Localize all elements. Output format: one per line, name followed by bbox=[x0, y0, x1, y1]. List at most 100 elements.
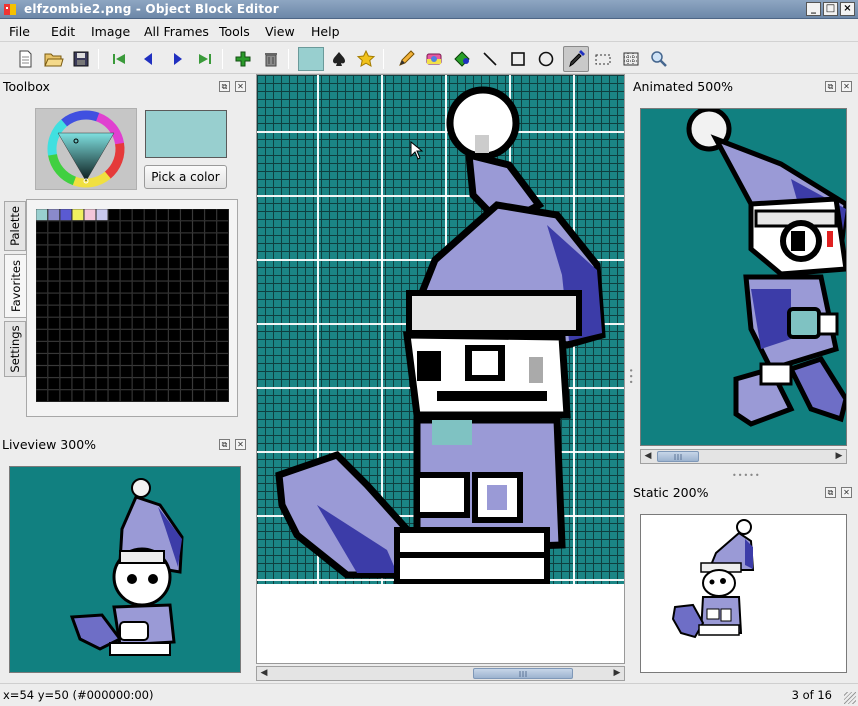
empty-color-cell[interactable] bbox=[204, 256, 217, 270]
empty-color-cell[interactable] bbox=[59, 329, 72, 342]
empty-color-cell[interactable] bbox=[59, 377, 72, 390]
empty-color-cell[interactable] bbox=[96, 365, 109, 378]
empty-color-cell[interactable] bbox=[59, 256, 72, 270]
empty-color-cell[interactable] bbox=[59, 244, 72, 257]
empty-color-cell[interactable] bbox=[83, 317, 97, 330]
empty-color-cell[interactable] bbox=[47, 232, 60, 245]
empty-color-cell[interactable] bbox=[36, 244, 48, 257]
empty-color-cell[interactable] bbox=[216, 209, 229, 221]
empty-color-cell[interactable] bbox=[204, 365, 217, 378]
empty-color-cell[interactable] bbox=[71, 293, 84, 306]
close-window-button[interactable]: × bbox=[840, 2, 855, 16]
empty-color-cell[interactable] bbox=[132, 329, 145, 342]
empty-color-cell[interactable] bbox=[180, 317, 193, 330]
empty-color-cell[interactable] bbox=[59, 317, 72, 330]
minimize-button[interactable]: _ bbox=[806, 2, 821, 16]
empty-color-cell[interactable] bbox=[156, 293, 169, 306]
pick-color-button[interactable]: Pick a color bbox=[144, 165, 227, 189]
scroll-left-icon[interactable]: ◀ bbox=[257, 667, 271, 680]
empty-color-cell[interactable] bbox=[71, 269, 84, 282]
empty-color-cell[interactable] bbox=[120, 256, 133, 270]
empty-color-cell[interactable] bbox=[108, 244, 121, 257]
next-frame-icon[interactable] bbox=[166, 48, 188, 70]
empty-color-cell[interactable] bbox=[59, 293, 72, 306]
panel-splitter[interactable]: ••••• bbox=[732, 471, 761, 480]
liveview-close-button[interactable]: ✕ bbox=[235, 439, 246, 450]
empty-color-cell[interactable] bbox=[120, 329, 133, 342]
empty-color-cell[interactable] bbox=[180, 269, 193, 282]
empty-color-cell[interactable] bbox=[168, 269, 181, 282]
empty-color-cell[interactable] bbox=[132, 317, 145, 330]
empty-color-cell[interactable] bbox=[96, 389, 109, 402]
anim-scroll-left-icon[interactable]: ◀ bbox=[641, 450, 655, 463]
empty-color-cell[interactable] bbox=[216, 256, 229, 270]
empty-color-cell[interactable] bbox=[96, 232, 109, 245]
empty-color-cell[interactable] bbox=[216, 232, 229, 245]
tab-settings[interactable]: Settings bbox=[4, 321, 26, 377]
empty-color-cell[interactable] bbox=[71, 389, 84, 402]
empty-color-cell[interactable] bbox=[96, 220, 109, 233]
empty-color-cell[interactable] bbox=[83, 341, 97, 354]
empty-color-cell[interactable] bbox=[180, 232, 193, 245]
empty-color-cell[interactable] bbox=[168, 329, 181, 342]
empty-color-cell[interactable] bbox=[83, 281, 97, 294]
empty-color-cell[interactable] bbox=[168, 220, 181, 233]
empty-color-cell[interactable] bbox=[59, 232, 72, 245]
empty-color-cell[interactable] bbox=[204, 389, 217, 402]
ellipse-icon[interactable] bbox=[535, 48, 557, 70]
empty-color-cell[interactable] bbox=[144, 232, 157, 245]
empty-color-cell[interactable] bbox=[144, 220, 157, 233]
empty-color-cell[interactable] bbox=[132, 341, 145, 354]
empty-color-cell[interactable] bbox=[47, 329, 60, 342]
empty-color-cell[interactable] bbox=[192, 341, 205, 354]
empty-color-cell[interactable] bbox=[156, 329, 169, 342]
empty-color-cell[interactable] bbox=[71, 353, 84, 366]
fill-icon[interactable] bbox=[451, 48, 473, 70]
empty-color-cell[interactable] bbox=[168, 232, 181, 245]
empty-color-cell[interactable] bbox=[144, 377, 157, 390]
empty-color-cell[interactable] bbox=[59, 389, 72, 402]
empty-color-cell[interactable] bbox=[192, 209, 205, 221]
empty-color-cell[interactable] bbox=[59, 365, 72, 378]
empty-color-cell[interactable] bbox=[180, 365, 193, 378]
empty-color-cell[interactable] bbox=[59, 281, 72, 294]
empty-color-cell[interactable] bbox=[216, 269, 229, 282]
empty-color-cell[interactable] bbox=[156, 281, 169, 294]
empty-color-cell[interactable] bbox=[168, 377, 181, 390]
empty-color-cell[interactable] bbox=[204, 232, 217, 245]
empty-color-cell[interactable] bbox=[204, 317, 217, 330]
empty-color-cell[interactable] bbox=[180, 244, 193, 257]
empty-color-cell[interactable] bbox=[132, 353, 145, 366]
empty-color-cell[interactable] bbox=[168, 281, 181, 294]
empty-color-cell[interactable] bbox=[83, 256, 97, 270]
empty-color-cell[interactable] bbox=[144, 329, 157, 342]
empty-color-cell[interactable] bbox=[36, 329, 48, 342]
rectangle-icon[interactable] bbox=[507, 48, 529, 70]
empty-color-cell[interactable] bbox=[59, 220, 72, 233]
empty-color-cell[interactable] bbox=[192, 353, 205, 366]
empty-color-cell[interactable] bbox=[36, 269, 48, 282]
menu-all-frames[interactable]: All Frames bbox=[144, 24, 209, 39]
empty-color-cell[interactable] bbox=[108, 389, 121, 402]
empty-color-cell[interactable] bbox=[180, 389, 193, 402]
menu-view[interactable]: View bbox=[265, 24, 295, 39]
empty-color-cell[interactable] bbox=[96, 377, 109, 390]
empty-color-cell[interactable] bbox=[71, 377, 84, 390]
selection-icon[interactable] bbox=[592, 48, 614, 70]
empty-color-cell[interactable] bbox=[71, 256, 84, 270]
empty-color-cell[interactable] bbox=[132, 220, 145, 233]
empty-color-cell[interactable] bbox=[120, 365, 133, 378]
empty-color-cell[interactable] bbox=[59, 353, 72, 366]
empty-color-cell[interactable] bbox=[120, 305, 133, 318]
empty-color-cell[interactable] bbox=[71, 220, 84, 233]
empty-color-cell[interactable] bbox=[168, 353, 181, 366]
empty-color-cell[interactable] bbox=[108, 329, 121, 342]
empty-color-cell[interactable] bbox=[83, 365, 97, 378]
new-file-icon[interactable] bbox=[14, 48, 36, 70]
empty-color-cell[interactable] bbox=[108, 220, 121, 233]
empty-color-cell[interactable] bbox=[216, 281, 229, 294]
empty-color-cell[interactable] bbox=[36, 353, 48, 366]
empty-color-cell[interactable] bbox=[36, 305, 48, 318]
empty-color-cell[interactable] bbox=[96, 305, 109, 318]
zoom-icon[interactable] bbox=[648, 48, 670, 70]
